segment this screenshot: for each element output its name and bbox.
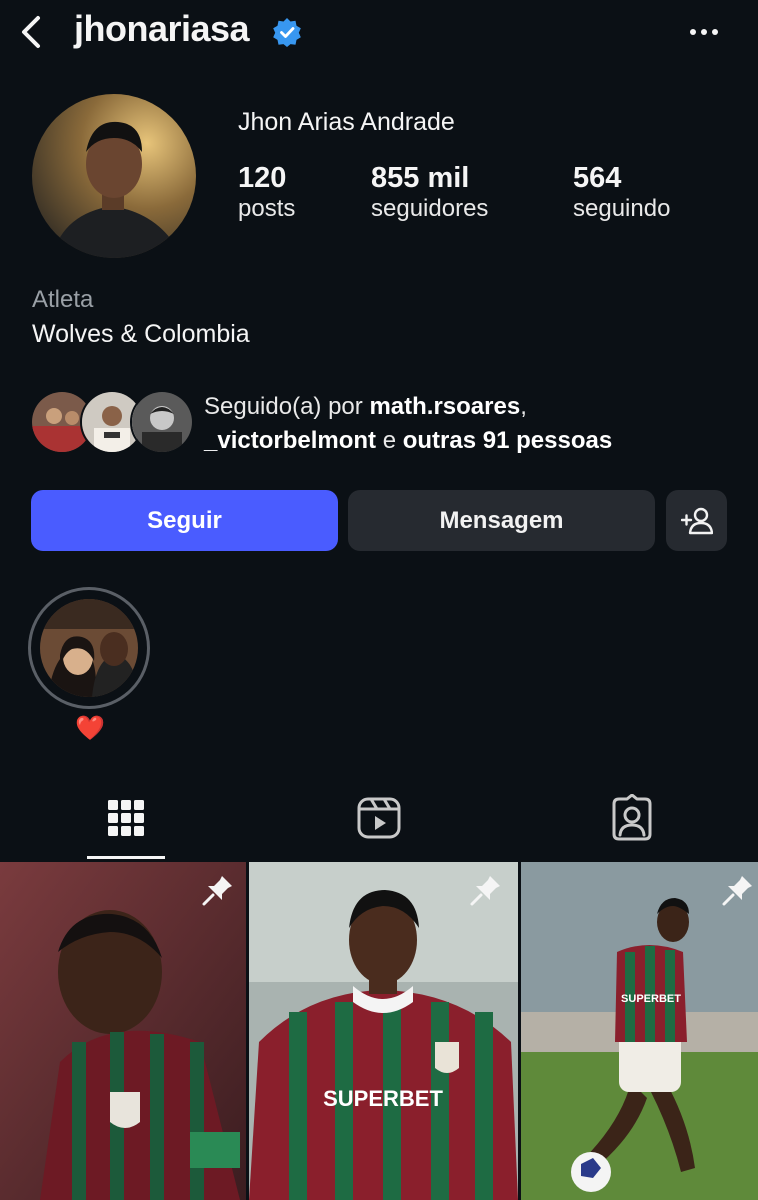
followers-count: 855 mil [371, 162, 470, 194]
back-icon[interactable] [14, 12, 50, 52]
followed-by-separator: , [520, 393, 527, 420]
followed-by-user[interactable]: _victorbelmont [204, 427, 376, 454]
following-count: 564 [573, 162, 622, 194]
follow-button[interactable]: Seguir [31, 490, 338, 551]
post-thumbnail[interactable] [0, 862, 246, 1200]
story-highlight-cover[interactable] [40, 599, 138, 697]
followed-by-user[interactable]: math.rsoares [369, 393, 520, 420]
profile-username: jhonariasa [74, 8, 250, 49]
profile-bio: Wolves & Colombia [32, 320, 250, 348]
mutual-followers-avatars[interactable] [30, 390, 194, 454]
profile-category: Atleta [32, 286, 94, 313]
followed-by-prefix: Seguido(a) por [204, 393, 363, 420]
posts-count: 120 [238, 162, 287, 194]
pinned-icon [722, 876, 752, 906]
stat-posts[interactable]: 120 posts [238, 162, 295, 223]
followed-by-text[interactable]: Seguido(a) por math.rsoares, _victorbelm… [204, 390, 744, 458]
stat-following[interactable]: 564 seguindo [573, 162, 670, 223]
followed-by-others[interactable]: outras 91 pessoas [403, 427, 612, 454]
profile-full-name: Jhon Arias Andrade [238, 108, 455, 136]
reels-icon[interactable] [355, 794, 403, 842]
grid-icon[interactable] [102, 794, 150, 842]
post-sponsor-text: SUPERBET [323, 1086, 443, 1111]
heart-icon: ❤️ [75, 715, 105, 742]
verified-icon [273, 18, 301, 47]
profile-avatar[interactable] [32, 94, 196, 258]
active-tab-indicator [87, 856, 165, 859]
followed-by-conjunction: e [382, 427, 397, 454]
pinned-icon [202, 876, 232, 906]
post-sponsor-text: SUPERBET [621, 993, 681, 1005]
post-thumbnail[interactable]: SUPERBET [521, 862, 758, 1200]
more-options-icon[interactable] [686, 18, 726, 48]
post-thumbnail[interactable]: SUPERBET [249, 862, 518, 1200]
tagged-icon[interactable] [608, 794, 656, 842]
mutual-avatar [130, 390, 194, 454]
followers-label: seguidores [371, 195, 489, 222]
suggest-accounts-button[interactable] [666, 490, 727, 551]
posts-label: posts [238, 195, 296, 222]
pinned-icon [470, 876, 500, 906]
following-label: seguindo [573, 195, 671, 222]
stat-followers[interactable]: 855 mil seguidores [371, 162, 488, 223]
message-button[interactable]: Mensagem [348, 490, 655, 551]
add-person-icon [680, 507, 713, 534]
